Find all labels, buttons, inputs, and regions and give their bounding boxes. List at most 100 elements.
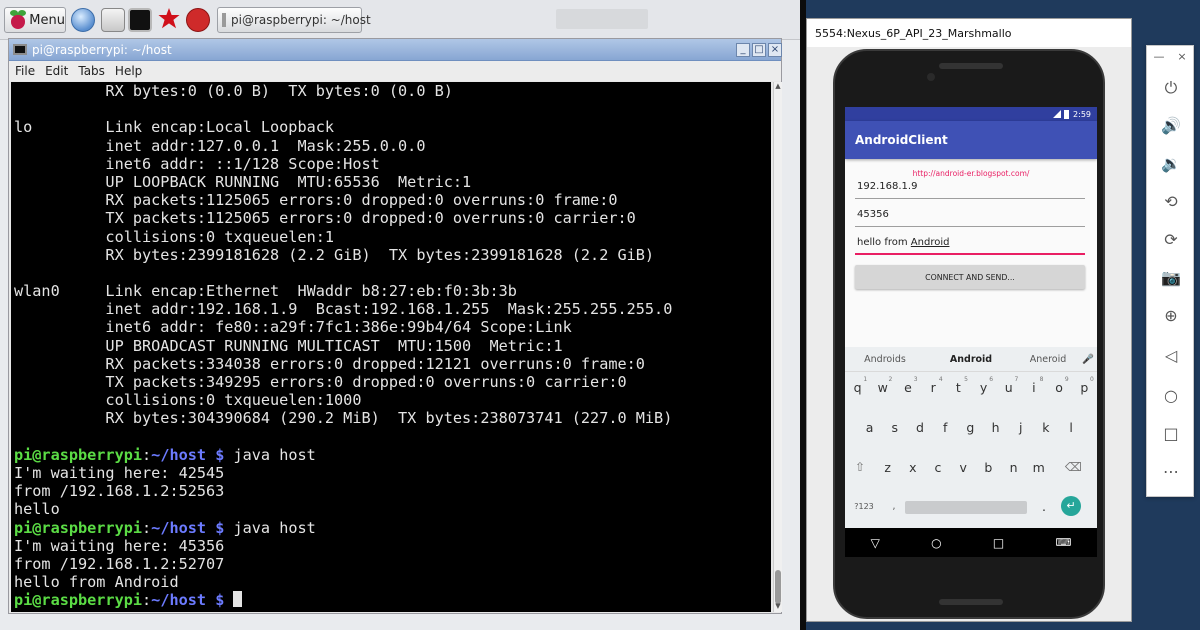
key-g[interactable]: g	[958, 420, 983, 435]
shift-key[interactable]: ⇧	[845, 460, 875, 475]
menu-edit[interactable]: Edit	[45, 64, 68, 78]
key-t[interactable]: t5	[946, 376, 971, 395]
suggestion-android[interactable]: Android	[925, 354, 1017, 365]
volume-up-icon[interactable]: 🔊	[1147, 116, 1195, 135]
comma-key[interactable]: ,	[883, 501, 905, 512]
key-i[interactable]: i8	[1021, 376, 1046, 395]
prompt-line: pi@raspberrypi:~/host $ java host	[14, 519, 771, 537]
key-w[interactable]: w2	[870, 376, 895, 395]
file-manager-icon[interactable]	[101, 8, 125, 32]
terminal-screen[interactable]: RX bytes:0 (0.0 B) TX bytes:0 (0.0 B) lo …	[11, 82, 771, 612]
menu-help[interactable]: Help	[115, 64, 142, 78]
command-text: java host	[233, 518, 316, 537]
key-f[interactable]: f	[933, 420, 958, 435]
key-j[interactable]: j	[1008, 420, 1033, 435]
app-title: AndroidClient	[855, 133, 948, 147]
port-field[interactable]: 45356	[855, 209, 1085, 227]
message-field[interactable]: hello from Android	[855, 237, 1085, 255]
prompt-path: ~/host	[151, 445, 207, 464]
key-x[interactable]: x	[900, 460, 925, 475]
more-icon[interactable]: ⋯	[1147, 462, 1195, 481]
scroll-up-arrow[interactable]: ▲	[774, 82, 782, 90]
battery-icon	[1064, 109, 1070, 119]
back-icon[interactable]: ▽	[871, 536, 880, 550]
key-z[interactable]: z	[875, 460, 900, 475]
key-u[interactable]: u7	[996, 376, 1021, 395]
key-n[interactable]: n	[1001, 460, 1026, 475]
prompt-line: pi@raspberrypi:~/host $	[14, 591, 771, 609]
taskbar-terminal-task[interactable]: pi@raspberrypi: ~/host	[217, 7, 371, 33]
key-h[interactable]: h	[983, 420, 1008, 435]
space-bar[interactable]	[905, 500, 1027, 514]
connect-and-send-button[interactable]: CONNECT AND SEND...	[855, 265, 1085, 289]
maximize-button[interactable]: □	[752, 43, 766, 57]
web-browser-icon[interactable]	[71, 8, 95, 32]
key-o[interactable]: o9	[1047, 376, 1072, 395]
key-d[interactable]: d	[907, 420, 932, 435]
suggestion-aneroid[interactable]: Aneroid	[1017, 354, 1079, 365]
key-m[interactable]: m	[1026, 460, 1051, 475]
key-row-2: asdfghjkl	[845, 420, 1097, 435]
prompt-sep: :	[142, 518, 152, 537]
key-hint: 9	[1064, 376, 1069, 383]
key-a[interactable]: a	[857, 420, 882, 435]
enter-key[interactable]: ↵	[1061, 496, 1081, 516]
key-y[interactable]: y6	[971, 376, 996, 395]
suggestion-androids[interactable]: Androids	[845, 354, 925, 365]
scroll-down-arrow[interactable]: ▼	[774, 602, 782, 610]
key-b[interactable]: b	[976, 460, 1001, 475]
back-icon[interactable]: ◁	[1147, 346, 1195, 365]
terminal-line: TX packets:349295 errors:0 dropped:0 ove…	[14, 373, 627, 391]
port-value: 45356	[857, 209, 889, 220]
key-q[interactable]: q1	[845, 376, 870, 395]
menu-tabs[interactable]: Tabs	[78, 64, 105, 78]
key-hint: 0	[1090, 376, 1094, 383]
minimize-button[interactable]: _	[736, 43, 750, 57]
home-icon[interactable]: ○	[931, 536, 941, 550]
toolbar-minimize-button[interactable]: —	[1153, 50, 1164, 63]
soft-keyboard: Androids Android Aneroid 🎤 q1w2e3r4t5y6u…	[845, 347, 1097, 528]
terminal-titlebar[interactable]: pi@raspberrypi: ~/host _ □ ×	[9, 39, 782, 61]
rotate-left-icon[interactable]: ⟲	[1147, 192, 1195, 211]
terminal-launcher-icon[interactable]	[128, 8, 152, 32]
scrollbar-thumb[interactable]	[775, 570, 781, 604]
command-text: java host	[233, 445, 316, 464]
close-button[interactable]: ×	[768, 43, 782, 57]
mic-icon[interactable]: 🎤	[1079, 354, 1097, 365]
key-r[interactable]: r4	[921, 376, 946, 395]
volume-down-icon[interactable]: 🔉	[1147, 154, 1195, 173]
ip-address-value: 192.168.1.9	[857, 181, 918, 192]
wolfram-icon[interactable]	[158, 8, 182, 32]
terminal-scrollbar[interactable]: ▲ ▼	[773, 82, 782, 612]
backspace-key[interactable]: ⌫	[1051, 460, 1095, 475]
camera-icon[interactable]: 📷	[1147, 268, 1195, 287]
mathematica-icon[interactable]	[186, 8, 210, 32]
key-l[interactable]: l	[1059, 420, 1084, 435]
key-p[interactable]: p0	[1072, 376, 1097, 395]
key-v[interactable]: v	[951, 460, 976, 475]
home-icon[interactable]: ○	[1147, 386, 1195, 405]
key-c[interactable]: c	[925, 460, 950, 475]
recents-icon[interactable]: □	[993, 536, 1004, 550]
zoom-icon[interactable]: ⊕	[1147, 306, 1195, 325]
key-s[interactable]: s	[882, 420, 907, 435]
key-e[interactable]: e3	[895, 376, 920, 395]
ip-address-field[interactable]: 192.168.1.9	[855, 181, 1085, 199]
overview-icon[interactable]: □	[1147, 424, 1195, 443]
key-hint: 6	[989, 376, 994, 383]
keyboard-switch-icon[interactable]: ⌨	[1055, 536, 1071, 549]
menu-button[interactable]: Menu	[4, 7, 66, 33]
power-icon[interactable]: ⏻	[1147, 78, 1195, 98]
period-key[interactable]: .	[1027, 499, 1061, 514]
terminal-title: pi@raspberrypi: ~/host	[32, 42, 172, 57]
cpu-monitor	[556, 9, 648, 29]
blog-link[interactable]: http://android-er.blogspot.com/	[845, 169, 1097, 178]
toolbar-close-button[interactable]: ×	[1177, 50, 1186, 63]
symbols-key[interactable]: ?123	[845, 502, 883, 511]
terminal-line: UP LOOPBACK RUNNING MTU:65536 Metric:1	[14, 172, 472, 191]
rotate-right-icon[interactable]: ⟳	[1147, 230, 1195, 249]
key-k[interactable]: k	[1033, 420, 1058, 435]
menu-file[interactable]: File	[15, 64, 35, 78]
terminal-icon	[222, 13, 226, 27]
